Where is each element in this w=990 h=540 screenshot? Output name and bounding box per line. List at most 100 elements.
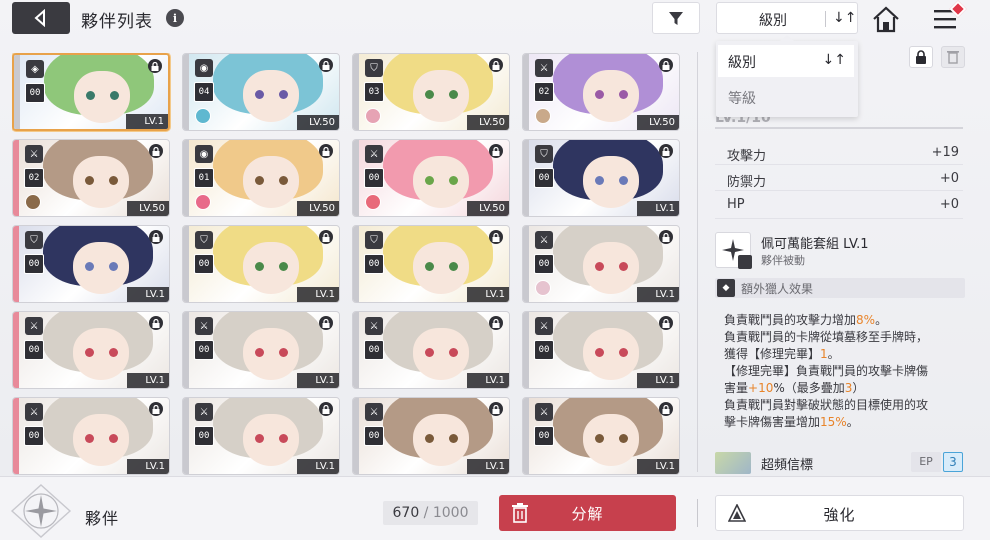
shield-class-icon: ⛉: [195, 231, 213, 249]
partner-level-badge: LV.1: [127, 373, 169, 388]
home-button[interactable]: [870, 4, 902, 34]
breakthrough-count: 01: [194, 168, 214, 188]
rarity-strip: [183, 226, 189, 302]
sword-class-icon: ⚔: [535, 317, 553, 335]
partner-card[interactable]: ⚔ 02 LV.50: [12, 139, 170, 217]
enhance-button[interactable]: 強化: [715, 495, 964, 531]
sword-class-icon: ⚔: [535, 59, 553, 77]
partner-level-badge: LV.50: [127, 201, 169, 216]
portrait-eye: [110, 91, 119, 100]
portrait-face: [73, 328, 129, 380]
shield-class-icon: ⛉: [25, 231, 43, 249]
page-title: 夥伴列表: [81, 12, 153, 32]
lock-icon[interactable]: [489, 230, 503, 244]
lock-toggle-button[interactable]: [909, 46, 933, 68]
rarity-strip: [353, 312, 359, 388]
partner-card[interactable]: ⛉ 00 LV.1: [182, 225, 340, 303]
partner-card[interactable]: ⚔ 00 LV.1: [182, 311, 340, 389]
partner-card[interactable]: ◉ 04 LV.50: [182, 53, 340, 131]
highlighted-value: 8%: [856, 313, 876, 327]
partner-card[interactable]: ⚔ 00 LV.1: [12, 397, 170, 475]
dropdown-pointer: [780, 35, 794, 41]
lock-icon[interactable]: [149, 402, 163, 416]
info-icon[interactable]: i: [166, 9, 184, 27]
portrait-eye: [85, 348, 94, 357]
lock-icon[interactable]: [319, 402, 333, 416]
sort-option-level[interactable]: 級別 ↓↑: [718, 45, 854, 77]
partner-level-badge: LV.1: [127, 459, 169, 474]
lock-icon[interactable]: [659, 144, 673, 158]
lock-icon[interactable]: [319, 144, 333, 158]
lock-icon[interactable]: [148, 59, 162, 73]
lock-icon[interactable]: [149, 316, 163, 330]
portrait-eye: [109, 434, 118, 443]
sword-class-icon: ⚔: [365, 403, 383, 421]
linked-partner-row[interactable]: 超頻信標 EP 3: [715, 450, 965, 474]
portrait-face: [413, 414, 469, 466]
portrait-eye: [85, 262, 94, 271]
back-button[interactable]: [12, 2, 70, 34]
portrait-face: [73, 242, 129, 294]
lock-icon[interactable]: [659, 402, 673, 416]
magnifier-icon[interactable]: [738, 255, 752, 269]
partner-card[interactable]: ⚔ 00 LV.1: [522, 311, 680, 389]
description-text: ）: [852, 381, 865, 395]
partner-card[interactable]: ⚔ 00 LV.1: [352, 397, 510, 475]
lock-icon[interactable]: [149, 230, 163, 244]
sort-order-icon[interactable]: ↓↑: [833, 10, 856, 26]
partner-card[interactable]: ⛉ 03 LV.50: [352, 53, 510, 131]
lock-icon[interactable]: [659, 58, 673, 72]
shield-class-icon: ⛉: [365, 59, 383, 77]
description-text: 獲得【修理完畢】: [724, 347, 821, 361]
equipped-hunter-avatar: [535, 108, 551, 124]
partner-card[interactable]: ⚔ 00 LV.1: [182, 397, 340, 475]
partner-card[interactable]: ⚔ 00 LV.1: [352, 311, 510, 389]
partner-card[interactable]: ⛉ 00 LV.1: [12, 225, 170, 303]
dismantle-button[interactable]: 分解: [499, 495, 676, 531]
description-text: 負責戰鬥員對擊破狀態的目標使用的攻: [724, 398, 929, 412]
partner-card[interactable]: ◉ 01 LV.50: [182, 139, 340, 217]
equipped-hunter-avatar: [195, 194, 211, 210]
partner-card[interactable]: ⚔ 00 LV.1: [522, 397, 680, 475]
breakthrough-count: 04: [194, 82, 214, 102]
portrait-face: [74, 71, 130, 123]
sort-button[interactable]: 級別 ↓↑: [716, 2, 858, 34]
lock-icon[interactable]: [489, 402, 503, 416]
partner-level-badge: LV.1: [467, 459, 509, 474]
rarity-strip: [353, 226, 359, 302]
lock-icon[interactable]: [319, 58, 333, 72]
partner-level-badge: LV.1: [637, 287, 679, 302]
lock-icon[interactable]: [489, 144, 503, 158]
sort-dropdown: 級別 ↓↑ 等級: [716, 35, 858, 117]
partner-card[interactable]: ⚔ 00 LV.1: [522, 225, 680, 303]
partner-card[interactable]: ⚔ 02 LV.50: [522, 53, 680, 131]
partner-name: 超頻信標: [761, 458, 814, 473]
lock-icon[interactable]: [489, 58, 503, 72]
lock-icon[interactable]: [319, 316, 333, 330]
partner-card[interactable]: ⚔ 00 LV.1: [12, 311, 170, 389]
sort-option-grade[interactable]: 等級: [718, 81, 854, 113]
lock-icon[interactable]: [489, 316, 503, 330]
partner-level-badge: LV.1: [637, 373, 679, 388]
partner-card[interactable]: ⚔ 00 LV.50: [352, 139, 510, 217]
portrait-eye: [425, 90, 434, 99]
description-text: 害量: [724, 381, 749, 395]
portrait-eye: [619, 262, 628, 271]
sparkle-skill-icon: [715, 232, 752, 269]
portrait-face: [73, 156, 129, 208]
equipped-hunter-avatar: [365, 194, 381, 210]
skill-card[interactable]: 佩可萬能套組 LV.1 夥伴被動: [715, 230, 963, 270]
lock-icon[interactable]: [659, 230, 673, 244]
partner-card[interactable]: ⛉ 00 LV.1: [522, 139, 680, 217]
diamond-icon: ◆: [717, 279, 735, 297]
sort-divider: [825, 11, 826, 27]
discard-toggle-button[interactable]: [941, 46, 965, 68]
filter-button[interactable]: [652, 2, 700, 34]
lock-icon[interactable]: [319, 230, 333, 244]
description-text: 擊卡牌傷害量增加: [724, 415, 821, 429]
lock-icon[interactable]: [659, 316, 673, 330]
partner-card[interactable]: ◈ 00 LV.1: [12, 53, 170, 131]
ep-value: 3: [943, 452, 963, 472]
lock-icon[interactable]: [149, 144, 163, 158]
partner-card[interactable]: ⛉ 00 LV.1: [352, 225, 510, 303]
